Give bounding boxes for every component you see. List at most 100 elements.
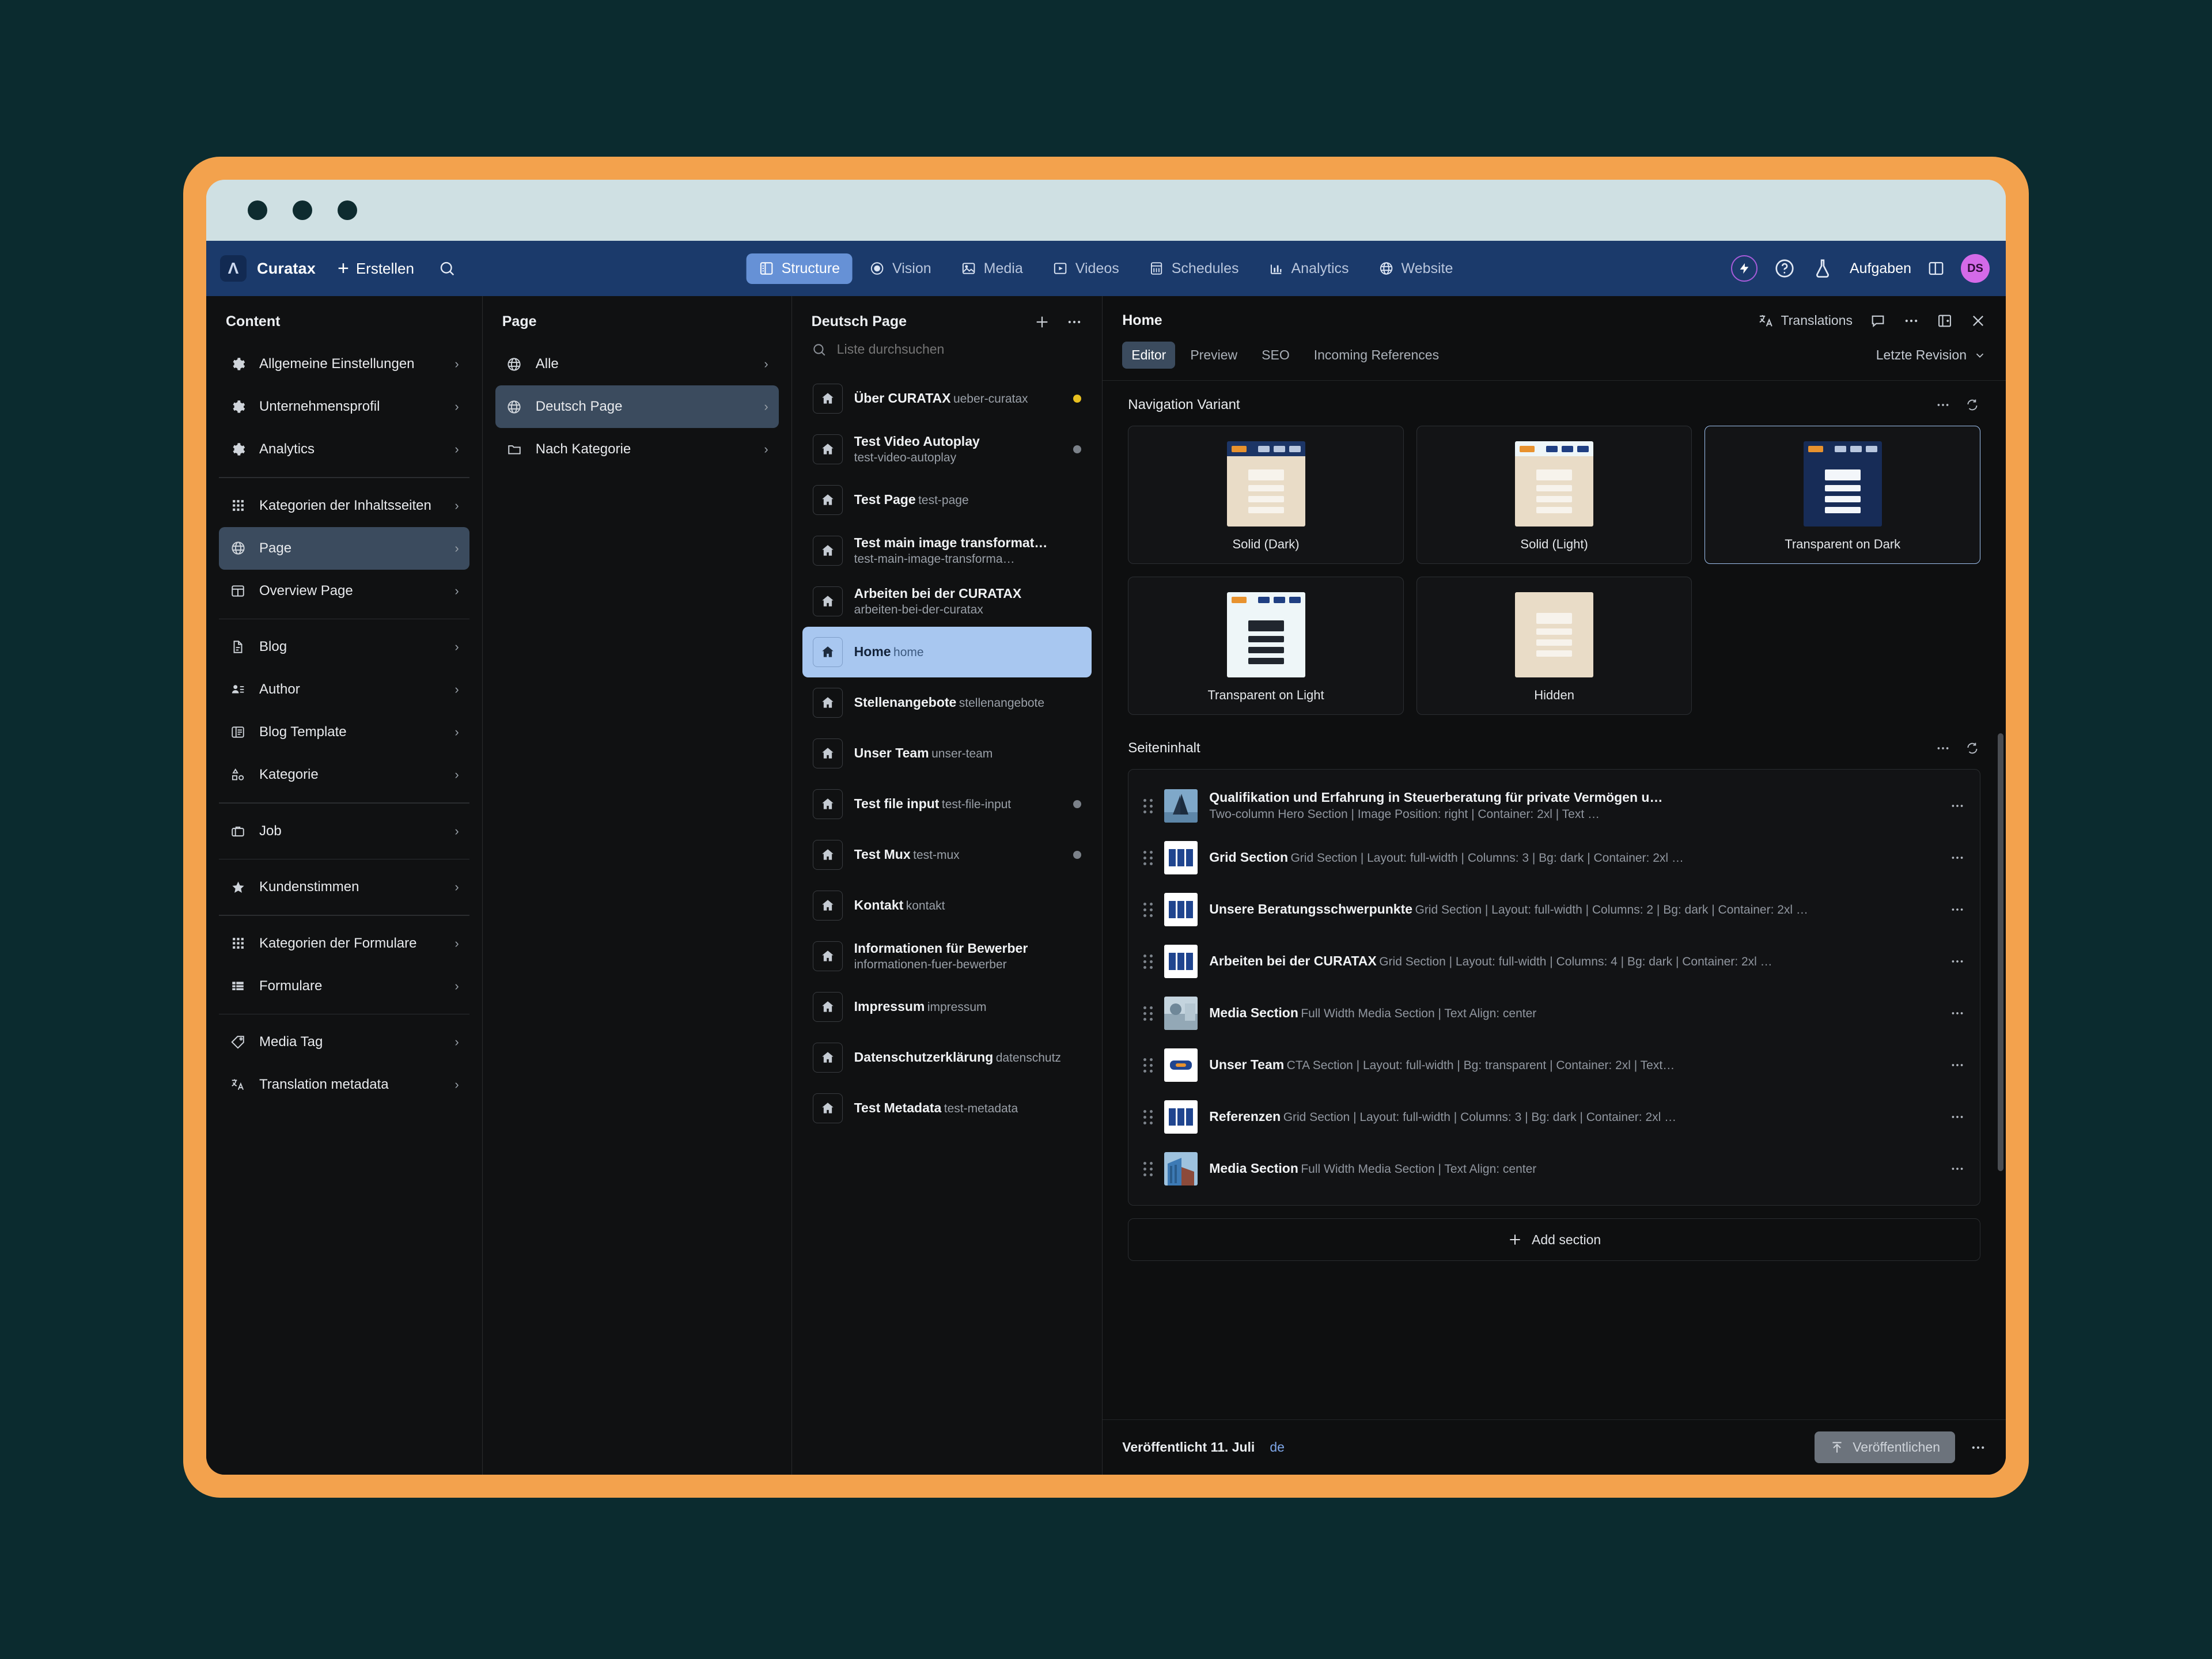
section-more-button[interactable] — [1944, 954, 1965, 969]
drag-handle[interactable] — [1143, 1058, 1153, 1073]
list-item[interactable]: Über CURATAX ueber-curatax — [802, 373, 1092, 424]
sidebar-item-job[interactable]: Job › — [219, 810, 469, 853]
publish-more-button[interactable] — [1970, 1440, 1986, 1456]
close-icon[interactable] — [1970, 313, 1986, 329]
list-more-button[interactable] — [1066, 314, 1082, 330]
add-document-button[interactable] — [1034, 314, 1050, 330]
list-item[interactable]: Test Video Autoplay test-video-autoplay — [802, 424, 1092, 475]
list-search-row[interactable] — [792, 339, 1103, 369]
section-row[interactable]: Qualifikation und Erfahrung in Steuerber… — [1138, 780, 1971, 832]
search-icon[interactable] — [438, 260, 456, 277]
variant-option-transparent-on-dark[interactable]: Transparent on Dark — [1705, 426, 1980, 564]
section-more-button[interactable] — [1944, 1006, 1965, 1021]
drag-handle[interactable] — [1143, 851, 1153, 865]
section-row[interactable]: Media Section Full Width Media Section |… — [1138, 987, 1971, 1039]
section-row[interactable]: Referenzen Grid Section | Layout: full-w… — [1138, 1091, 1971, 1143]
reset-field-icon[interactable] — [1965, 397, 1980, 412]
sidebar-item-kategorien-der-inhaltsseiten[interactable]: Kategorien der Inhaltsseiten › — [219, 484, 469, 527]
list-item[interactable]: Test file input test-file-input — [802, 779, 1092, 830]
list-item[interactable]: Arbeiten bei der CURATAX arbeiten-bei-de… — [802, 576, 1092, 627]
translations-button[interactable]: Translations — [1758, 313, 1853, 329]
tab-vision[interactable]: Vision — [857, 253, 944, 284]
publish-button[interactable]: Veröffentlichen — [1815, 1431, 1955, 1463]
sidebar-item-page[interactable]: Page › — [219, 527, 469, 570]
section-more-button[interactable] — [1944, 1058, 1965, 1073]
sidebar-item-kundenstimmen[interactable]: Kundenstimmen › — [219, 866, 469, 908]
variant-option-hidden[interactable]: Hidden — [1416, 577, 1692, 715]
tab-structure[interactable]: Structure — [747, 253, 853, 284]
list-item[interactable]: Impressum impressum — [802, 982, 1092, 1032]
section-row[interactable]: Grid Section Grid Section | Layout: full… — [1138, 832, 1971, 884]
sidebar-item-author[interactable]: Author › — [219, 668, 469, 711]
sidebar-item-kategorie[interactable]: Kategorie › — [219, 753, 469, 796]
list-item-selected[interactable]: Home home — [802, 627, 1092, 677]
list-item[interactable]: Test Page test-page — [802, 475, 1092, 525]
brand[interactable]: Λ Curatax — [220, 255, 316, 282]
section-row[interactable]: Unsere Beratungsschwerpunkte Grid Sectio… — [1138, 884, 1971, 935]
reset-field-icon[interactable] — [1965, 741, 1980, 756]
tab-website[interactable]: Website — [1366, 253, 1466, 284]
list-item[interactable]: Test Mux test-mux — [802, 830, 1092, 880]
variant-option-solid-dark[interactable]: Solid (Dark) — [1128, 426, 1404, 564]
sidebar-item-media-tag[interactable]: Media Tag › — [219, 1021, 469, 1063]
drag-handle[interactable] — [1143, 955, 1153, 969]
avatar[interactable]: DS — [1961, 254, 1990, 283]
comment-icon[interactable] — [1870, 313, 1886, 329]
revision-select[interactable]: Letzte Revision — [1876, 347, 1986, 363]
variant-option-solid-light[interactable]: Solid (Light) — [1416, 426, 1692, 564]
panel-toggle-icon[interactable] — [1927, 260, 1945, 277]
drag-handle[interactable] — [1143, 1006, 1153, 1021]
tab-videos[interactable]: Videos — [1040, 253, 1132, 284]
sidebar-item-blog-template[interactable]: Blog Template › — [219, 711, 469, 753]
list-item[interactable]: Test main image transformat… test-main-i… — [802, 525, 1092, 576]
list-item[interactable]: Test Metadata test-metadata — [802, 1083, 1092, 1134]
tab-editor[interactable]: Editor — [1122, 342, 1175, 369]
drag-handle[interactable] — [1143, 903, 1153, 917]
list-item[interactable]: Stellenangebote stellenangebote — [802, 677, 1092, 728]
section-row[interactable]: Unser Team CTA Section | Layout: full-wi… — [1138, 1039, 1971, 1091]
page-pane-item-alle[interactable]: Alle › — [495, 343, 779, 385]
page-content-more-button[interactable] — [1936, 741, 1950, 756]
section-row[interactable]: Media Section Full Width Media Section |… — [1138, 1143, 1971, 1195]
sidebar-item-kategorien-der-formulare[interactable]: Kategorien der Formulare › — [219, 922, 469, 965]
tab-analytics[interactable]: Analytics — [1256, 253, 1362, 284]
help-circle-icon[interactable] — [1774, 257, 1796, 279]
drag-handle[interactable] — [1143, 1110, 1153, 1124]
navigation-variant-more-button[interactable] — [1936, 397, 1950, 412]
section-more-button[interactable] — [1944, 850, 1965, 865]
tab-media[interactable]: Media — [949, 253, 1036, 284]
list-item[interactable]: Informationen für Bewerber informationen… — [802, 931, 1092, 982]
section-more-button[interactable] — [1944, 1161, 1965, 1176]
sidebar-item-translation-metadata[interactable]: Translation metadata › — [219, 1063, 469, 1106]
sidebar-item-blog[interactable]: Blog › — [219, 626, 469, 668]
language-badge[interactable]: de — [1270, 1440, 1285, 1455]
editor-more-button[interactable] — [1903, 313, 1919, 329]
window-close-button[interactable] — [248, 200, 267, 220]
tab-schedules[interactable]: Schedules — [1137, 253, 1252, 284]
list-item[interactable]: Kontakt kontakt — [802, 880, 1092, 931]
list-item[interactable]: Unser Team unser-team — [802, 728, 1092, 779]
page-pane-item-deutsch-page[interactable]: Deutsch Page › — [495, 385, 779, 428]
sidebar-item-formulare[interactable]: Formulare › — [219, 965, 469, 1007]
create-button[interactable]: + Erstellen — [338, 259, 414, 278]
split-pane-icon[interactable] — [1937, 313, 1953, 329]
drag-handle[interactable] — [1143, 1162, 1153, 1176]
bolt-icon[interactable] — [1731, 255, 1758, 282]
sidebar-item-unternehmensprofil[interactable]: Unternehmensprofil › — [219, 385, 469, 428]
drag-handle[interactable] — [1143, 799, 1153, 813]
tab-seo[interactable]: SEO — [1252, 342, 1299, 369]
tasks-button-label[interactable]: Aufgaben — [1850, 260, 1911, 277]
list-item[interactable]: Datenschutzerklärung datenschutz — [802, 1032, 1092, 1083]
window-zoom-button[interactable] — [338, 200, 357, 220]
sidebar-item-overview-page[interactable]: Overview Page › — [219, 570, 469, 612]
variant-option-transparent-on-light[interactable]: Transparent on Light — [1128, 577, 1404, 715]
sidebar-item-analytics[interactable]: Analytics › — [219, 428, 469, 471]
tab-preview[interactable]: Preview — [1181, 342, 1247, 369]
section-more-button[interactable] — [1944, 798, 1965, 813]
editor-scrollbar[interactable] — [1998, 733, 2003, 1171]
add-section-button[interactable]: Add section — [1128, 1218, 1980, 1261]
section-more-button[interactable] — [1944, 902, 1965, 917]
section-row[interactable]: Arbeiten bei der CURATAX Grid Section | … — [1138, 935, 1971, 987]
sidebar-item-allgemeine-einstellungen[interactable]: Allgemeine Einstellungen › — [219, 343, 469, 385]
section-more-button[interactable] — [1944, 1109, 1965, 1124]
